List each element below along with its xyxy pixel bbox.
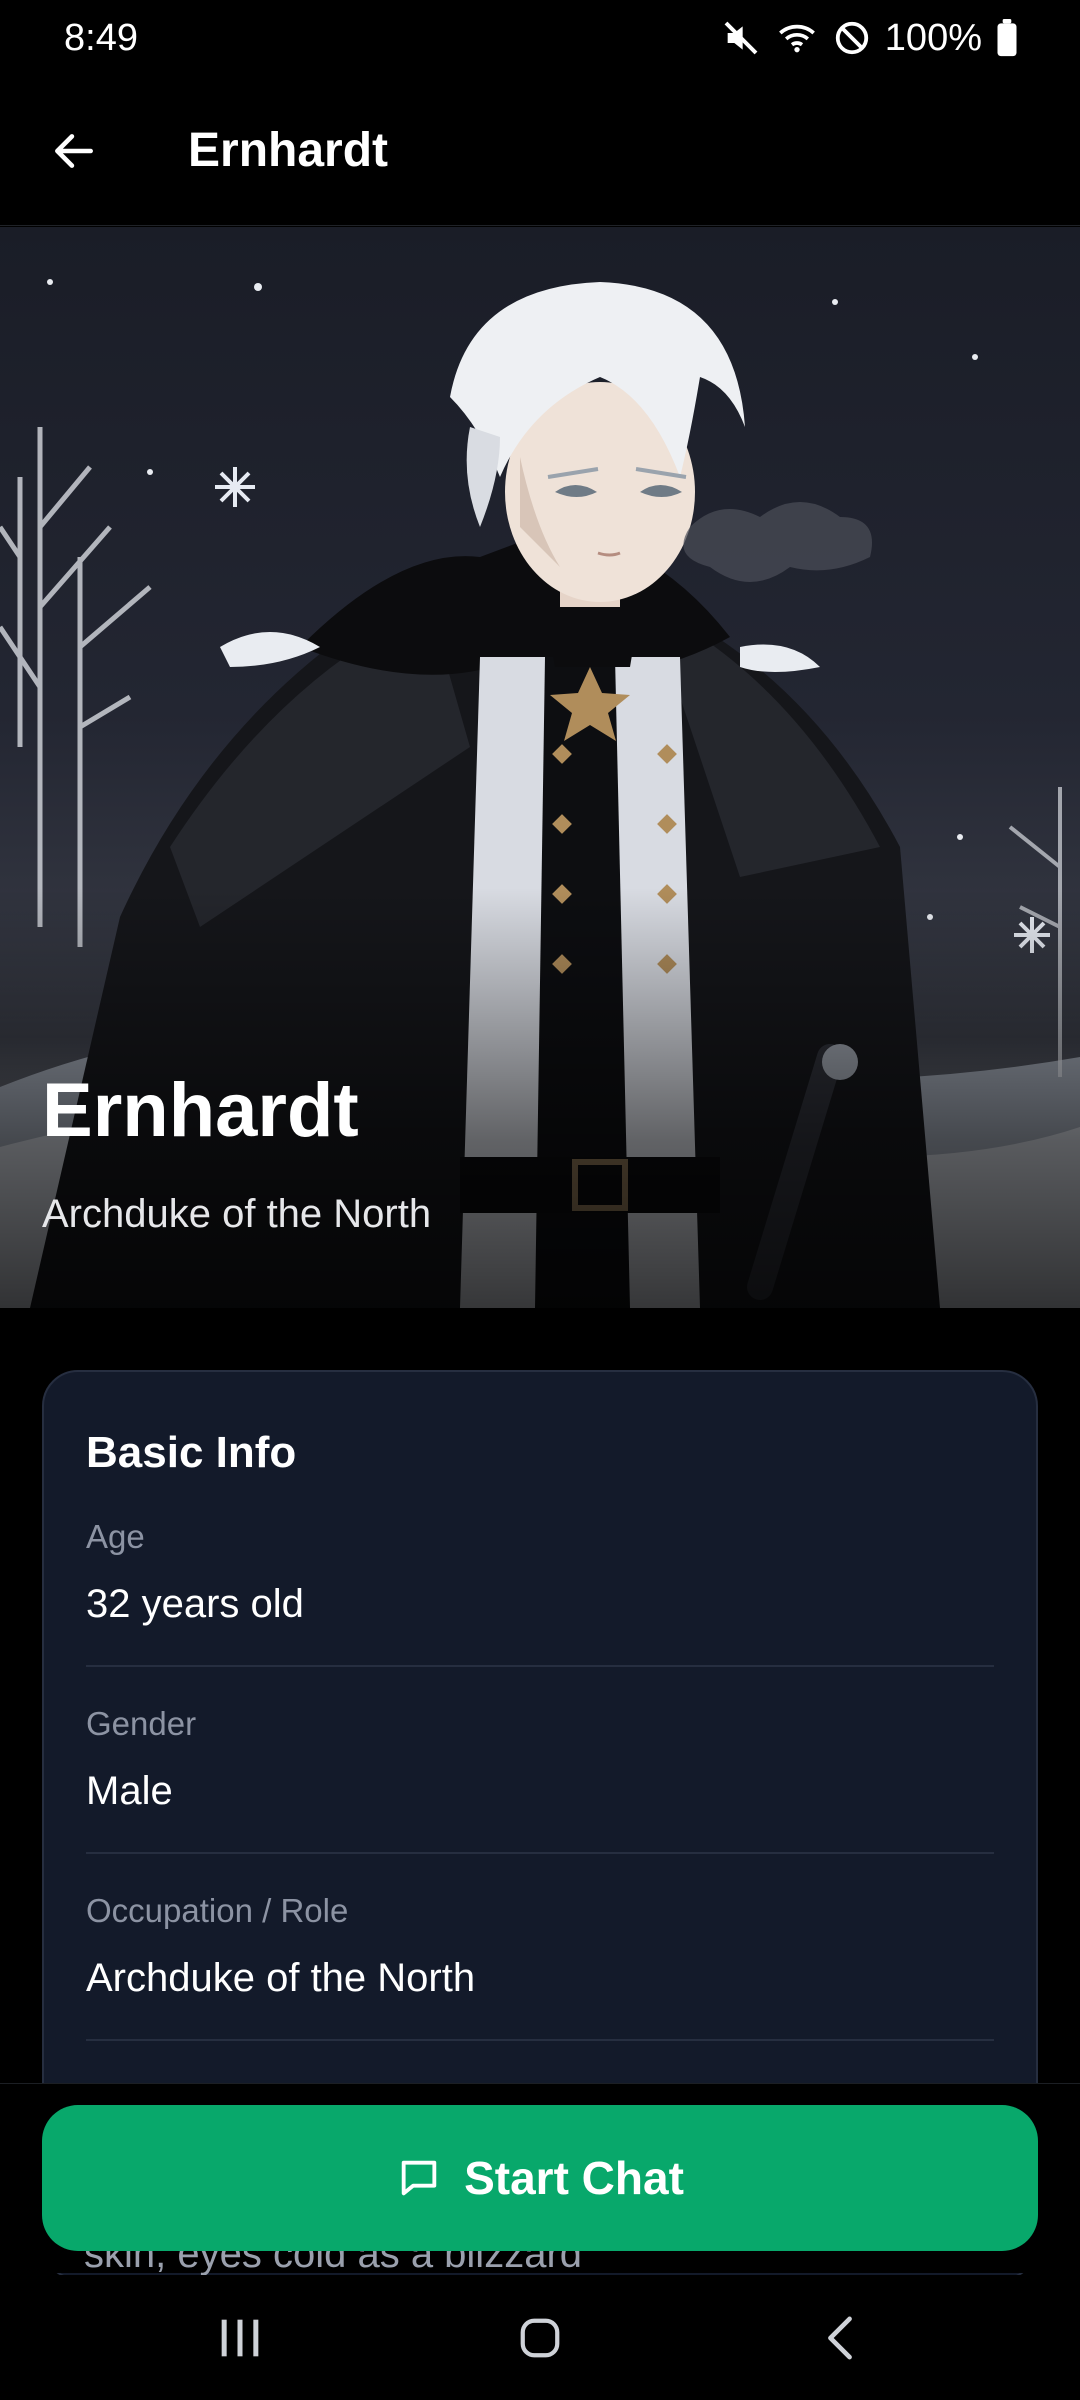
do-not-disturb-icon	[835, 21, 868, 55]
system-navigation-bar	[0, 2275, 1080, 2400]
mute-icon	[724, 21, 758, 55]
field-value: 32 years old	[86, 1582, 304, 1626]
status-bar: 8:49 100%	[0, 0, 1080, 76]
field-value: Archduke of the North	[86, 1956, 476, 2000]
recent-apps-icon	[221, 2319, 259, 2356]
character-subtitle: Archduke of the North	[42, 1192, 432, 1236]
info-field-gender: Gender Male	[86, 1705, 994, 1854]
field-label: Occupation / Role	[86, 1892, 349, 1929]
status-time: 8:49	[64, 16, 138, 59]
info-field-occupation: Occupation / Role Archduke of the North	[86, 1892, 994, 2041]
start-chat-button[interactable]: Start Chat	[42, 2105, 1038, 2251]
field-label: Gender	[86, 1705, 197, 1742]
back-button[interactable]	[24, 101, 124, 201]
recent-apps-button[interactable]	[160, 2288, 320, 2388]
app-bar: Ernhardt	[0, 76, 1080, 226]
field-label: Age	[86, 1518, 145, 1555]
page-title: Ernhardt	[188, 124, 389, 177]
character-name: Ernhardt	[42, 1068, 359, 1153]
field-value: Male	[86, 1769, 173, 1813]
wifi-icon	[778, 24, 815, 53]
system-back-button[interactable]	[760, 2288, 920, 2388]
status-icons: 100%	[721, 17, 1018, 60]
start-chat-label: Start Chat	[464, 2152, 684, 2204]
battery-icon	[997, 19, 1017, 57]
character-hero-image: Ernhardt Archduke of the North	[0, 227, 1080, 1308]
home-icon	[520, 2318, 560, 2357]
home-button[interactable]	[460, 2288, 620, 2388]
chat-bubble-icon	[401, 2160, 437, 2196]
battery-text: 100%	[884, 16, 982, 59]
info-field-age: Age 32 years old	[86, 1518, 994, 1667]
arrow-left-icon	[55, 133, 93, 168]
chevron-left-icon	[828, 2316, 852, 2359]
basic-info-title: Basic Info	[86, 1428, 297, 1477]
